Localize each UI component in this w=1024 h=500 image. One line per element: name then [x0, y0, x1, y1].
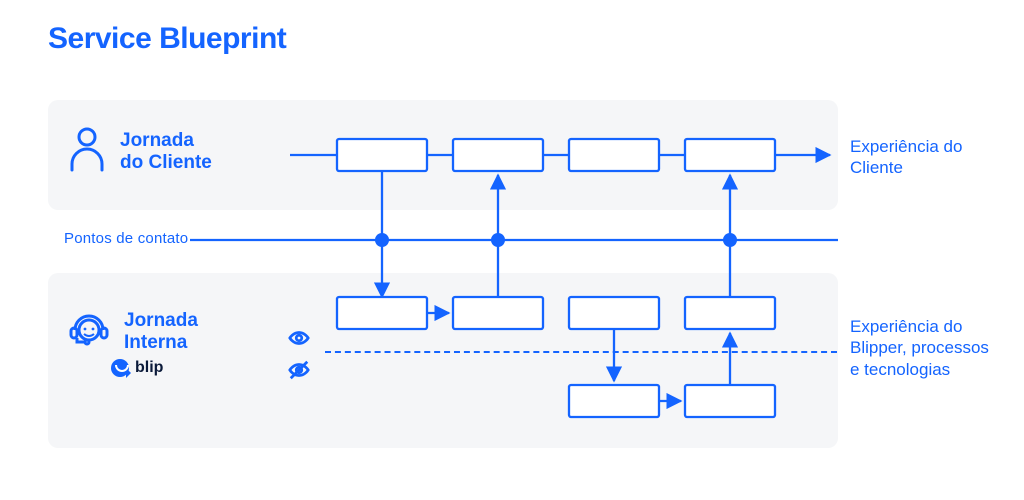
person-icon: [68, 126, 106, 178]
lane-internal-label: Jornada Interna: [124, 310, 198, 354]
right-label-client: Experiência do Cliente: [850, 136, 1000, 179]
eye-visible-icon: [288, 327, 310, 349]
visibility-line: [325, 351, 837, 353]
blip-logo-icon: [111, 359, 129, 377]
blip-logo-text: blip: [135, 359, 163, 377]
touchpoints-label: Pontos de contato: [64, 230, 188, 247]
lane-internal-heading: Jornada Interna: [68, 308, 198, 356]
headset-icon: [68, 308, 110, 356]
blip-logo: blip: [111, 359, 163, 377]
right-label-internal: Experiência do Blipper, processos e tecn…: [850, 316, 1000, 380]
lane-client-heading: Jornada do Cliente: [68, 126, 212, 178]
page-title: Service Blueprint: [48, 22, 286, 56]
lane-internal: Jornada Interna blip: [48, 273, 838, 448]
lane-client-label: Jornada do Cliente: [120, 130, 212, 174]
eye-hidden-icon: [288, 359, 310, 381]
lane-client: Jornada do Cliente: [48, 100, 838, 210]
